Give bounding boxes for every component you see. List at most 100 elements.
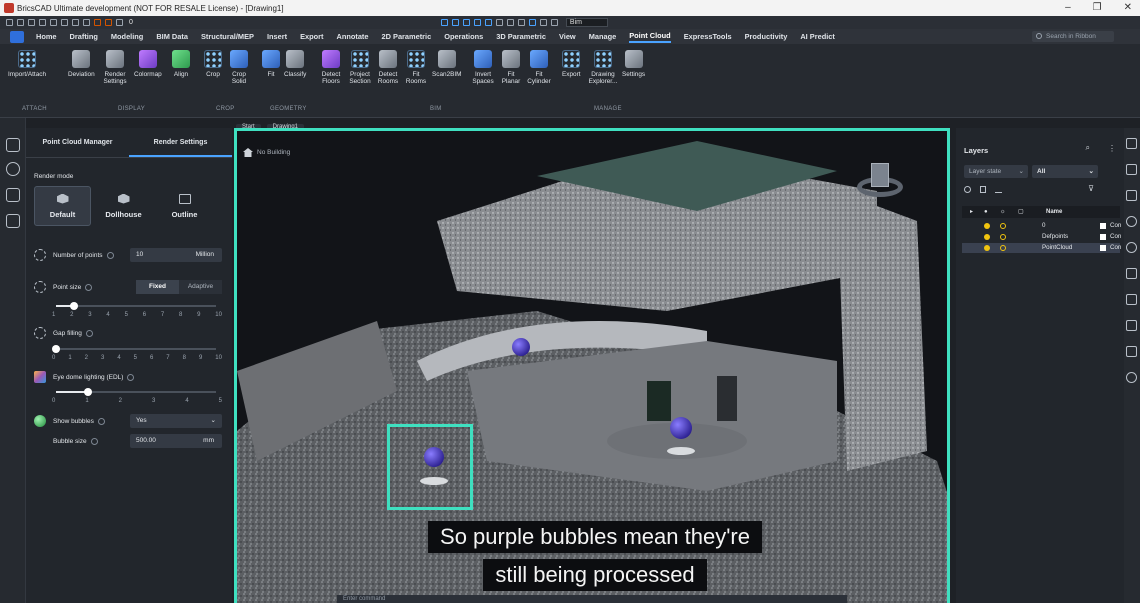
edl-slider[interactable] [56,388,216,396]
tab-operations[interactable]: Operations [444,32,483,41]
bubble-size-input[interactable]: 500.00 mm [130,434,222,448]
tab-bim-data[interactable]: BIM Data [156,32,188,41]
save-as-icon[interactable] [39,19,46,26]
slider-knob[interactable] [84,388,92,396]
tool-icon-3[interactable] [462,19,470,26]
dimension-icon[interactable] [1126,320,1137,331]
sun-icon[interactable] [1000,223,1006,229]
render-settings-button[interactable]: Render Settings [102,50,128,85]
save-icon[interactable] [28,19,35,26]
color-swatch[interactable] [1100,234,1106,240]
more-options-icon[interactable]: ⋮ [1108,144,1116,153]
crop-solid-button[interactable]: Crop Solid [228,50,250,85]
structure-icon[interactable] [6,214,20,228]
scan2bim-button[interactable]: Scan2BIM [432,50,461,78]
align-button[interactable]: Align [172,50,190,78]
bulb-icon[interactable] [984,245,990,251]
tool-icon-8[interactable] [517,19,525,26]
export-button[interactable]: Export [562,50,580,78]
slider-knob[interactable] [69,302,78,310]
home-icon[interactable] [6,188,20,202]
color-swatch[interactable] [1100,245,1106,251]
restore-button[interactable]: ❐ [1093,0,1102,16]
tool-icon-9[interactable] [528,19,536,26]
tab-insert[interactable]: Insert [267,32,287,41]
info-icon[interactable] [90,437,98,445]
view-cube[interactable] [857,157,903,203]
colormap-button[interactable]: Colormap [134,50,162,78]
layer-row[interactable]: Defpoints Con [962,232,1121,242]
fit-rooms-button[interactable]: Fit Rooms [404,50,428,85]
tab-modeling[interactable]: Modeling [111,32,143,41]
drawing-explorer-button[interactable]: Drawing Explorer... [588,50,618,85]
tool-icon-5[interactable] [484,19,492,26]
layer-color-icon[interactable] [116,19,123,26]
tool-icon-2[interactable] [451,19,459,26]
sun-icon[interactable] [1000,245,1006,251]
deviation-button[interactable]: Deviation [68,50,95,78]
import-attach-button[interactable]: Import/Attach [8,50,46,78]
tab-structural-mep[interactable]: Structural/MEP [201,32,254,41]
invert-spaces-button[interactable]: Invert Spaces [470,50,496,85]
number-of-points-input[interactable]: 10 Million [130,248,222,262]
info-icon[interactable] [97,417,105,425]
detect-floors-button[interactable]: Detect Floors [318,50,344,85]
sun-icon[interactable] [1000,234,1006,240]
cloud-icon[interactable] [1126,372,1137,383]
mode-outline[interactable]: Outline [156,186,213,226]
lightbulb-icon[interactable] [1126,216,1137,227]
crop-button[interactable]: Crop [204,50,222,78]
mode-dollhouse[interactable]: Dollhouse [95,186,152,226]
tab-point-cloud[interactable]: Point Cloud [629,31,671,43]
project-section-button[interactable]: Project Section [346,50,374,85]
current-layer[interactable]: 0 [129,19,133,26]
point-size-slider[interactable] [56,302,216,310]
tab-point-cloud-manager[interactable]: Point Cloud Manager [26,128,129,157]
tool-icon-1[interactable] [440,19,448,26]
delete-layer-icon[interactable] [980,186,986,193]
undo-icon[interactable] [72,19,79,26]
layer-filter-select[interactable]: All ⌄ [1032,165,1098,178]
search-icon[interactable]: ⌕ [1086,143,1090,153]
purple-bubble[interactable] [512,338,530,356]
bulb-icon[interactable] [984,234,990,240]
show-bubbles-select[interactable]: Yes ⌄ [130,414,222,428]
detect-rooms-button[interactable]: Detect Rooms [376,50,400,85]
filter-icon[interactable]: ⊽ [1088,184,1094,193]
tool-icon-4[interactable] [473,19,481,26]
fit-button[interactable]: Fit [262,50,280,78]
info-icon[interactable] [85,329,93,337]
info-icon[interactable] [106,251,114,259]
point-size-fixed[interactable]: Fixed [136,280,179,294]
redo-icon[interactable] [83,19,90,26]
fit-cylinder-button[interactable]: Fit Cylinder [526,50,552,85]
tab-annotate[interactable]: Annotate [336,32,368,41]
tab-view[interactable]: View [559,32,576,41]
tool-icon-11[interactable] [550,19,558,26]
mode-default[interactable]: Default [34,186,91,226]
structure-icon[interactable] [1126,294,1137,305]
layer-state-select[interactable]: Layer state ⌄ [964,165,1028,178]
library-icon[interactable] [1126,268,1137,279]
star-icon[interactable] [1126,346,1137,357]
minimize-button[interactable]: – [1065,0,1071,16]
sliders-icon[interactable] [1126,164,1137,175]
tab-drafting[interactable]: Drafting [70,32,98,41]
tab-productivity[interactable]: Productivity [745,32,788,41]
set-current-icon[interactable] [995,186,1002,193]
workspace-dropdown[interactable]: Bim [565,18,608,27]
tab-manage[interactable]: Manage [589,32,617,41]
layer-bulb-icon[interactable] [94,19,101,26]
ribbon-search-input[interactable]: Search in Ribbon [1032,31,1114,42]
gap-filling-slider[interactable] [52,345,216,353]
close-button[interactable]: ✕ [1124,0,1132,16]
lightbulb-icon[interactable] [6,162,20,176]
tab-home[interactable]: Home [36,32,57,41]
new-layer-icon[interactable] [964,186,971,193]
properties-icon[interactable] [1126,138,1137,149]
classify-button[interactable]: Classify [284,50,306,78]
tab-expresstools[interactable]: ExpressTools [684,32,732,41]
navigate-icon[interactable] [1126,242,1137,253]
purple-bubble[interactable] [670,417,692,439]
layer-row[interactable]: 0 Con [962,221,1121,231]
